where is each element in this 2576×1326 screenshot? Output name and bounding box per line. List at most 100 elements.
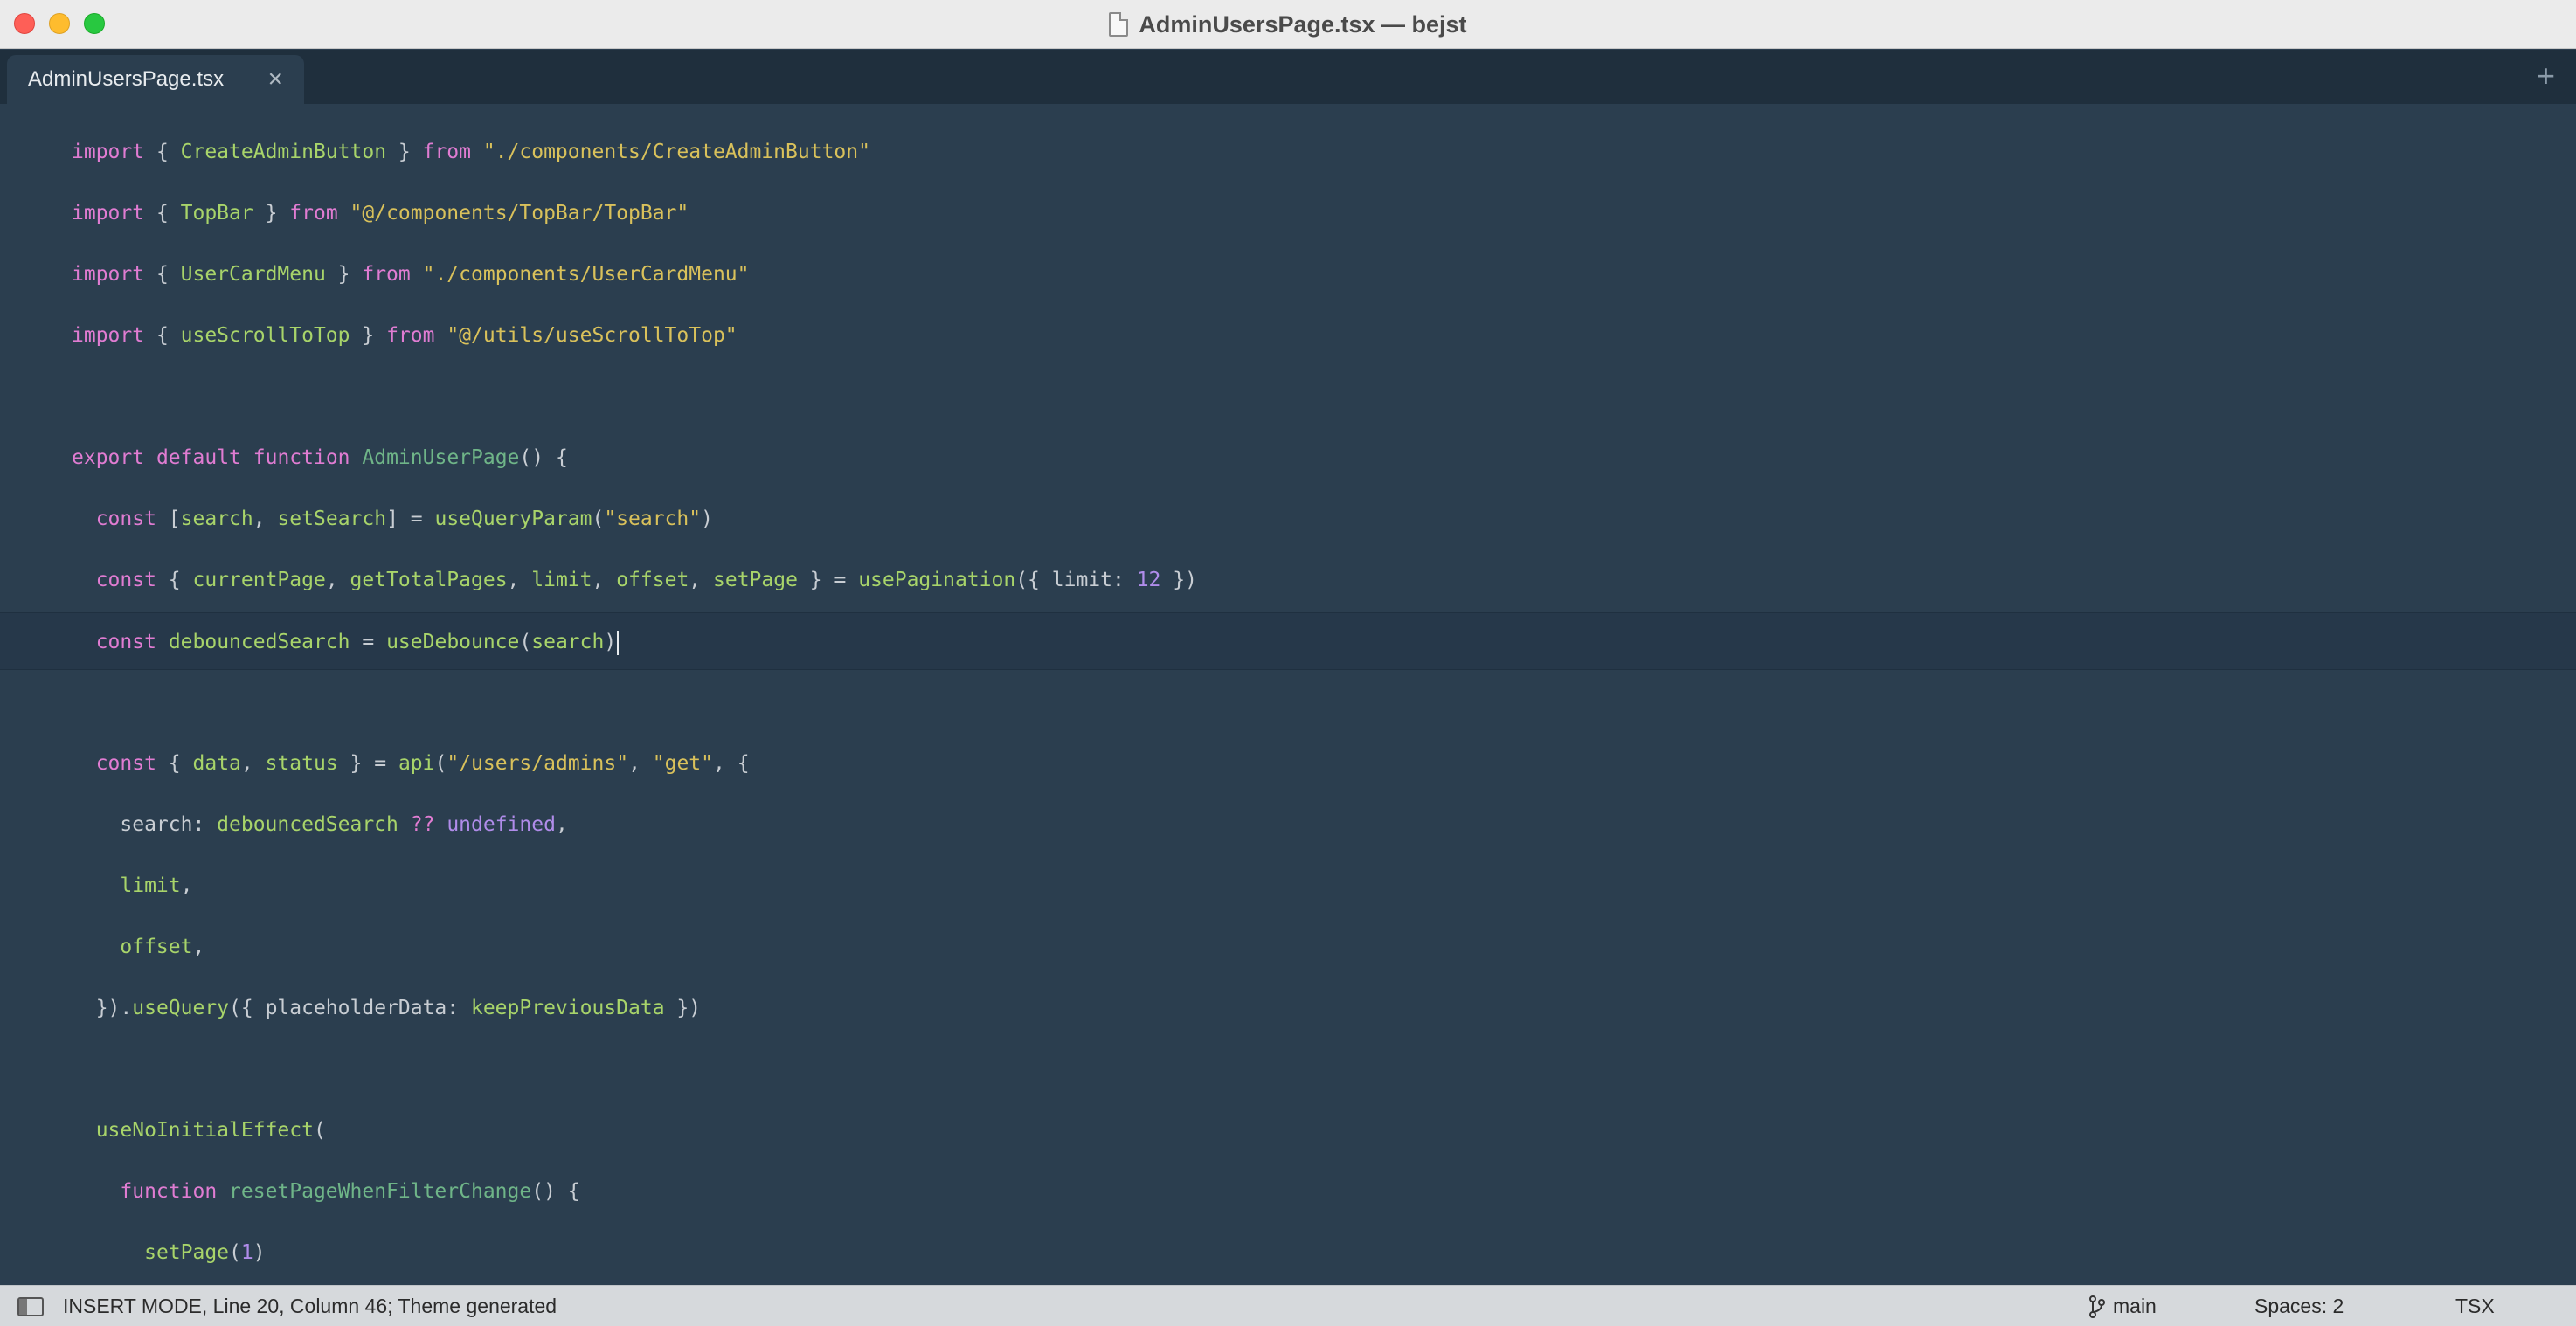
code-line[interactable]: const [search, setSearch] = useQueryPara… (0, 490, 2576, 548)
code-token: setPage (144, 1241, 230, 1264)
tab-close-icon[interactable]: × (267, 66, 283, 93)
code-token: usePagination (858, 569, 1016, 591)
code-line[interactable]: useNoInitialEffect( (0, 1102, 2576, 1159)
code-token: ( (434, 752, 447, 775)
tab-bar: AdminUsersPage.tsx × + (0, 50, 2576, 104)
code-token: () { (519, 446, 568, 469)
code-line[interactable]: search: debouncedSearch ?? undefined, (0, 796, 2576, 853)
code-line[interactable]: }).useQuery({ placeholderData: keepPrevi… (0, 979, 2576, 1037)
code-token: from (386, 324, 435, 347)
code-token: , (325, 569, 350, 591)
code-token: limit (120, 874, 181, 897)
code-token: } = (797, 569, 859, 591)
code-token: { (144, 202, 181, 224)
code-token: search (180, 508, 253, 530)
code-token: = (350, 631, 387, 653)
tab-adminuserspage[interactable]: AdminUsersPage.tsx × (7, 55, 304, 104)
code-token: currentPage (192, 569, 326, 591)
code-token: } (253, 202, 290, 224)
code-token: setPage (713, 569, 798, 591)
code-token: ?? (410, 813, 435, 836)
code-token: ( (229, 1241, 241, 1264)
code-line[interactable]: limit, (0, 857, 2576, 915)
code-token: () { (531, 1180, 580, 1203)
code-token: const (95, 569, 156, 591)
code-token: 12 (1136, 569, 1161, 591)
code-token: api (398, 752, 435, 775)
code-token: from (289, 202, 338, 224)
document-icon (1109, 12, 1129, 37)
code-token: "@/components/TopBar/TopBar" (350, 202, 689, 224)
code-token: TopBar (180, 202, 253, 224)
tab-label: AdminUsersPage.tsx (28, 67, 225, 91)
code-token: , (689, 569, 713, 591)
indentation-status[interactable]: Spaces: 2 (2254, 1286, 2344, 1326)
text-cursor (617, 630, 620, 655)
code-line[interactable]: import { CreateAdminButton } from "./com… (0, 123, 2576, 181)
code-line[interactable]: offset, (0, 918, 2576, 976)
code-token: debouncedSearch (217, 813, 398, 836)
code-token: useDebounce (386, 631, 520, 653)
code-token: } (350, 324, 387, 347)
code-token: { (156, 752, 193, 775)
code-token: offset (616, 569, 689, 591)
code-token: , (507, 569, 532, 591)
new-tab-button[interactable]: + (2537, 60, 2555, 92)
code-token: search: (72, 813, 218, 836)
code-token: resetPageWhenFilterChange (229, 1180, 532, 1203)
code-line[interactable] (0, 368, 2576, 425)
code-line-current[interactable]: const debouncedSearch = useDebounce(sear… (0, 612, 2576, 670)
code-token: ({ limit: (1015, 569, 1137, 591)
code-editor[interactable]: import { CreateAdminButton } from "./com… (0, 104, 2576, 1285)
code-line[interactable]: const { data, status } = api("/users/adm… (0, 735, 2576, 792)
code-token: , (192, 936, 205, 958)
editor-mode-status: INSERT MODE, Line 20, Column 46; Theme g… (63, 1295, 557, 1317)
code-token: import (72, 202, 145, 224)
code-token: } = (337, 752, 398, 775)
code-token: import (72, 141, 145, 163)
code-line[interactable]: import { TopBar } from "@/components/Top… (0, 184, 2576, 242)
syntax-status[interactable]: TSX (2455, 1286, 2495, 1326)
sidebar-toggle-icon[interactable] (17, 1297, 44, 1316)
code-line[interactable]: function resetPageWhenFilterChange() { (0, 1163, 2576, 1220)
code-token: useScrollToTop (180, 324, 350, 347)
code-token: import (72, 324, 145, 347)
code-token: UserCardMenu (180, 263, 326, 286)
code-token: ( (313, 1119, 326, 1142)
status-bar: INSERT MODE, Line 20, Column 46; Theme g… (0, 1285, 2576, 1326)
title-bar: AdminUsersPage.tsx — bejst (0, 0, 2576, 49)
code-token: , (555, 813, 568, 836)
code-token: ) (701, 508, 713, 530)
code-line[interactable]: const { currentPage, getTotalPages, limi… (0, 551, 2576, 609)
code-token: { (144, 263, 181, 286)
git-branch-status[interactable]: main (2113, 1286, 2157, 1326)
code-line[interactable]: import { UserCardMenu } from "./componen… (0, 245, 2576, 303)
code-line[interactable] (0, 1040, 2576, 1098)
code-line[interactable]: setPage(1) (0, 1224, 2576, 1281)
code-token: ) (253, 1241, 266, 1264)
code-token: setSearch (277, 508, 387, 530)
code-token: default (156, 446, 241, 469)
code-token: 1 (240, 1241, 253, 1264)
code-line[interactable]: import { useScrollToTop } from "@/utils/… (0, 307, 2576, 364)
code-token: export (72, 446, 145, 469)
code-token: "./components/CreateAdminButton" (482, 141, 870, 163)
code-token: import (72, 263, 145, 286)
code-token: from (362, 263, 411, 286)
code-token: "@/utils/useScrollToTop" (447, 324, 737, 347)
code-line[interactable]: export default function AdminUserPage() … (0, 429, 2576, 487)
code-token: function (253, 446, 350, 469)
code-token: , (592, 569, 617, 591)
code-line[interactable] (0, 673, 2576, 731)
code-token: useQuery (132, 997, 230, 1019)
